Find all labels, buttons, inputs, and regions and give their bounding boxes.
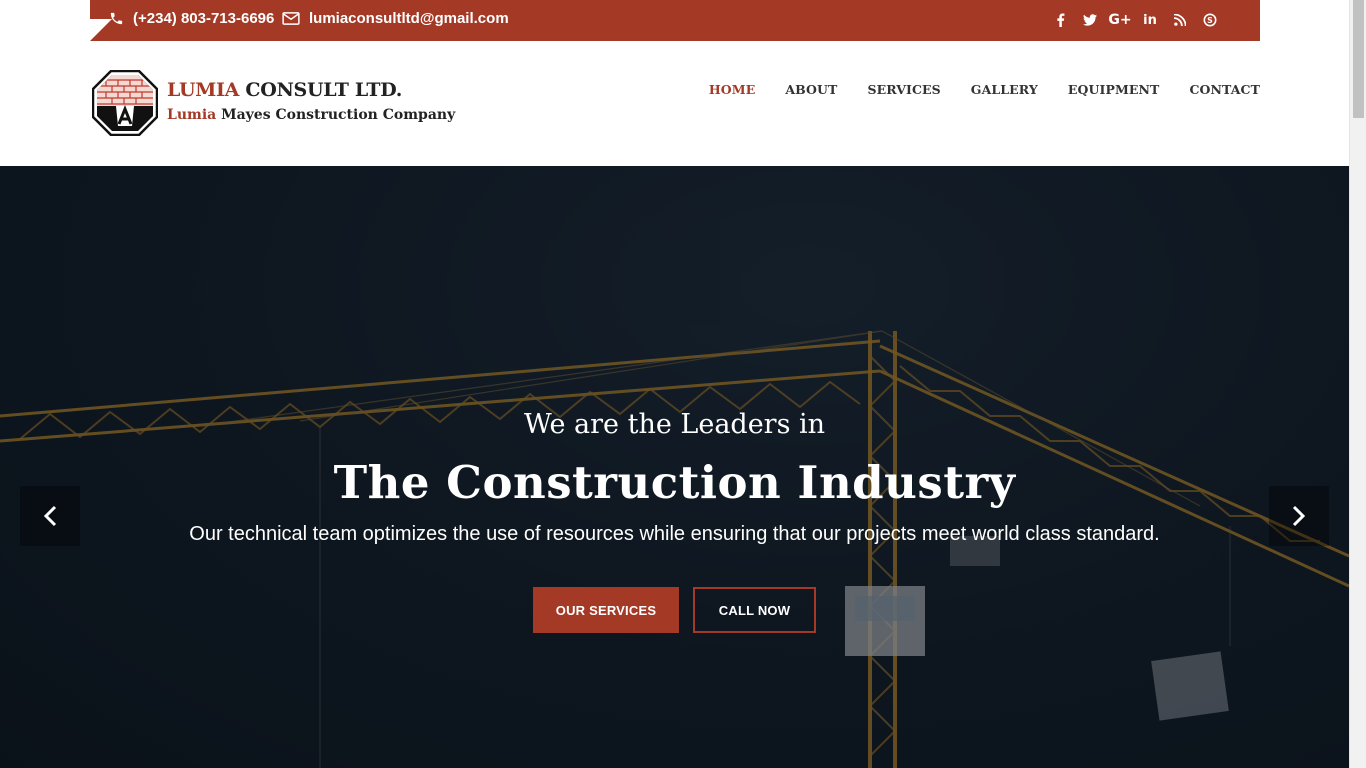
brand-title-accent: LUMIA xyxy=(167,79,240,101)
slider-prev-button[interactable] xyxy=(20,486,80,546)
nav-item-services[interactable]: SERVICES xyxy=(867,82,940,97)
envelope-icon xyxy=(282,12,300,25)
google-plus-icon[interactable]: G+ xyxy=(1105,10,1135,30)
call-now-button[interactable]: CALL NOW xyxy=(693,587,816,633)
brand-title[interactable]: LUMIA CONSULT LTD. xyxy=(167,79,402,101)
slider-next-button[interactable] xyxy=(1269,486,1329,546)
brand-subtitle-accent: Lumia xyxy=(167,107,217,123)
nav-item-contact[interactable]: CONTACT xyxy=(1189,82,1260,97)
scrollbar-thumb[interactable] xyxy=(1353,0,1364,118)
brand-subtitle-rest: Mayes Construction Company xyxy=(216,107,456,123)
email-contact[interactable]: lumiaconsultltd@gmail.com xyxy=(282,10,509,27)
hero-kicker: We are the Leaders in xyxy=(523,409,826,440)
company-logo[interactable] xyxy=(92,70,158,136)
main-navigation: HOME ABOUT SERVICES GALLERY EQUIPMENT CO… xyxy=(679,82,1260,97)
top-contact-bar: (+234) 803-713-6696 lumiaconsultltd@gmai… xyxy=(90,0,1260,41)
nav-item-gallery[interactable]: GALLERY xyxy=(971,82,1038,97)
hero-description: Our technical team optimizes the use of … xyxy=(189,523,1160,545)
svg-text:S: S xyxy=(1207,16,1213,25)
facebook-icon[interactable] xyxy=(1045,10,1075,30)
rss-icon[interactable] xyxy=(1165,10,1195,30)
email-address: lumiaconsultltd@gmail.com xyxy=(309,10,509,27)
nav-item-equipment[interactable]: EQUIPMENT xyxy=(1068,82,1160,97)
nav-item-home[interactable]: HOME xyxy=(709,82,755,97)
topbar-corner-notch xyxy=(90,19,112,41)
skype-icon[interactable]: S xyxy=(1195,10,1225,30)
hero-title: The Construction Industry xyxy=(333,456,1016,509)
chevron-right-icon xyxy=(1292,505,1306,527)
page-scrollbar[interactable] xyxy=(1349,0,1366,768)
chevron-left-icon xyxy=(43,505,57,527)
social-links: G+ in S xyxy=(1045,10,1225,30)
twitter-icon[interactable] xyxy=(1075,10,1105,30)
brand-title-rest: CONSULT LTD. xyxy=(239,79,403,101)
brand-subtitle: Lumia Mayes Construction Company xyxy=(167,107,455,123)
our-services-button[interactable]: OUR SERVICES xyxy=(533,587,679,633)
linkedin-icon[interactable]: in xyxy=(1135,10,1165,30)
phone-contact[interactable]: (+234) 803-713-6696 xyxy=(109,10,274,27)
nav-item-about[interactable]: ABOUT xyxy=(785,82,837,97)
hero-slider: We are the Leaders in The Construction I… xyxy=(0,166,1349,768)
phone-number: (+234) 803-713-6696 xyxy=(133,10,275,27)
